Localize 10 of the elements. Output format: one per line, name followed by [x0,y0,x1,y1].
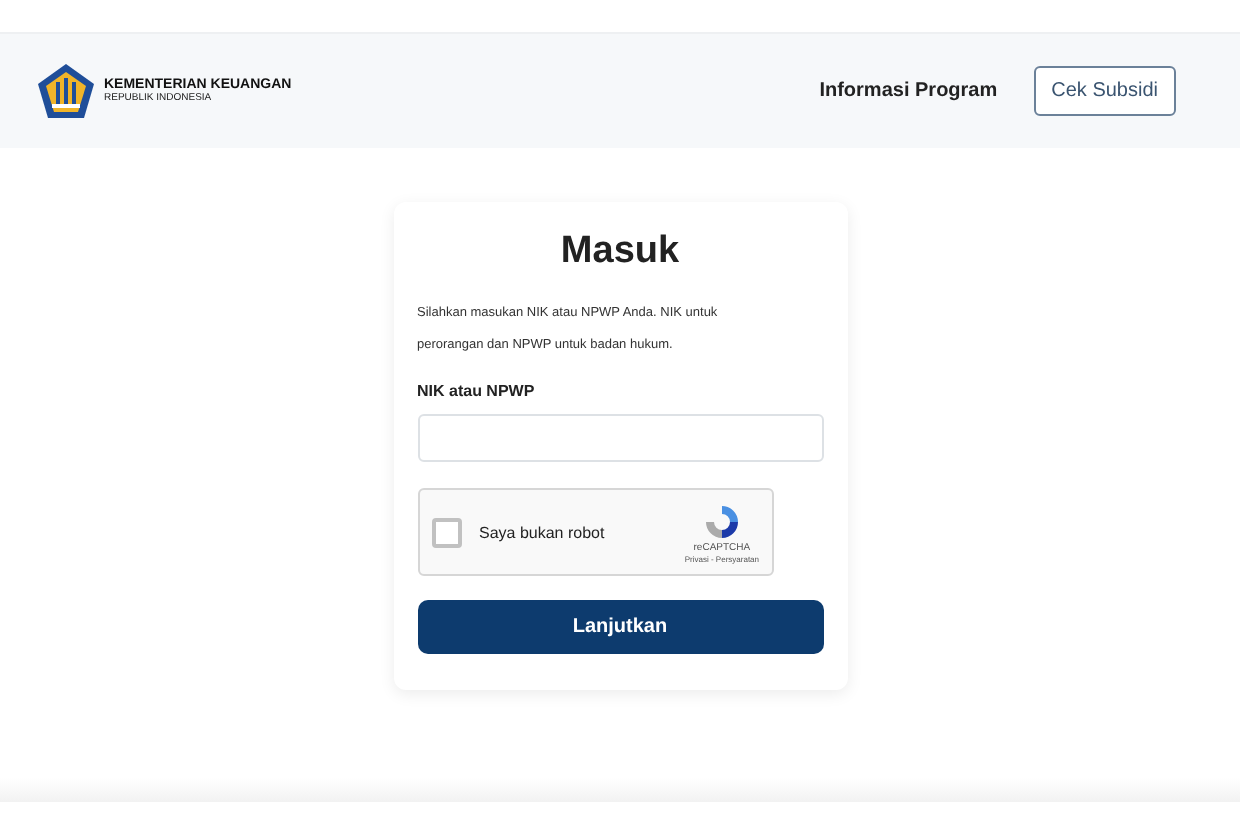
nav-link[interactable]: Informasi Program [819,80,998,102]
recaptcha-icon [701,501,742,541]
continue-button[interactable]: Lanjutkan [417,600,823,654]
input-field[interactable] [417,414,823,462]
login-title: Masuk [558,230,682,274]
emblem-icon [36,61,96,121]
captcha-label: Saya bukan robot [479,523,607,541]
field-label: NIK atau NPWP [417,382,537,400]
check-subsidy-button[interactable]: Cek Subsidi [1033,66,1176,116]
captcha-checkbox[interactable] [431,517,461,547]
